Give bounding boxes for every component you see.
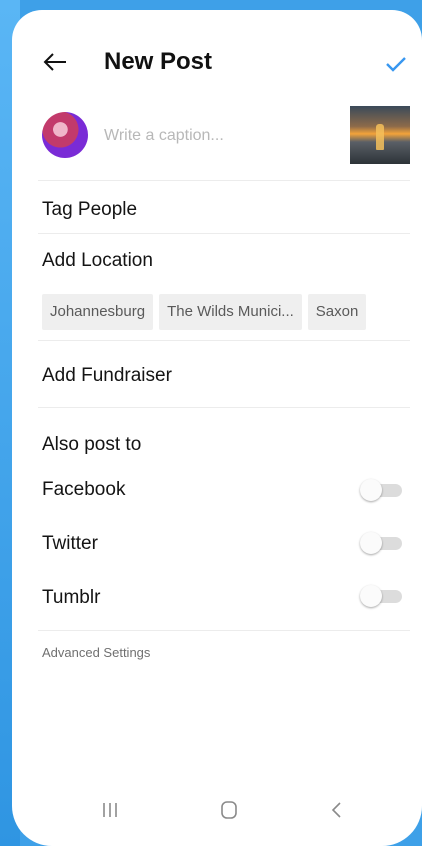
twitter-toggle[interactable] xyxy=(360,532,402,554)
divider xyxy=(38,180,410,181)
caption-input[interactable] xyxy=(104,124,334,148)
tag-people-row[interactable]: Tag People xyxy=(42,199,137,221)
facebook-label: Facebook xyxy=(42,479,126,500)
add-fundraiser-row[interactable]: Add Fundraiser xyxy=(42,365,172,387)
system-nav-bar xyxy=(12,796,422,826)
advanced-settings-link[interactable]: Advanced Settings xyxy=(42,645,150,660)
tumblr-toggle[interactable] xyxy=(360,585,402,607)
recent-apps-icon[interactable] xyxy=(100,800,120,820)
toggle-knob xyxy=(360,479,382,501)
also-post-to-heading: Also post to xyxy=(42,434,142,455)
page-title: New Post xyxy=(104,48,213,75)
divider xyxy=(38,340,410,341)
location-chip[interactable]: Saxon xyxy=(307,294,367,330)
back-chevron-icon[interactable] xyxy=(330,800,344,820)
add-location-row[interactable]: Add Location xyxy=(42,250,153,272)
tumblr-label: Tumblr xyxy=(42,587,101,608)
phone-screen: New Post Tag People Add Location Johanne… xyxy=(12,10,422,846)
facebook-toggle[interactable] xyxy=(360,479,402,501)
twitter-label: Twitter xyxy=(42,533,98,554)
divider xyxy=(38,233,410,234)
divider xyxy=(38,630,410,631)
caption-row xyxy=(12,106,422,178)
arrow-left-icon[interactable] xyxy=(42,52,68,72)
check-icon[interactable] xyxy=(385,56,407,72)
location-suggestions: Johannesburg The Wilds Munici... Saxon xyxy=(42,294,422,330)
location-chip[interactable]: Johannesburg xyxy=(42,294,154,330)
toggle-knob xyxy=(360,532,382,554)
home-icon[interactable] xyxy=(219,799,239,821)
post-thumbnail[interactable] xyxy=(350,106,410,164)
avatar xyxy=(42,112,88,158)
location-chip[interactable]: The Wilds Munici... xyxy=(159,294,302,330)
divider xyxy=(38,407,410,408)
top-bar: New Post xyxy=(12,10,422,110)
toggle-knob xyxy=(360,585,382,607)
